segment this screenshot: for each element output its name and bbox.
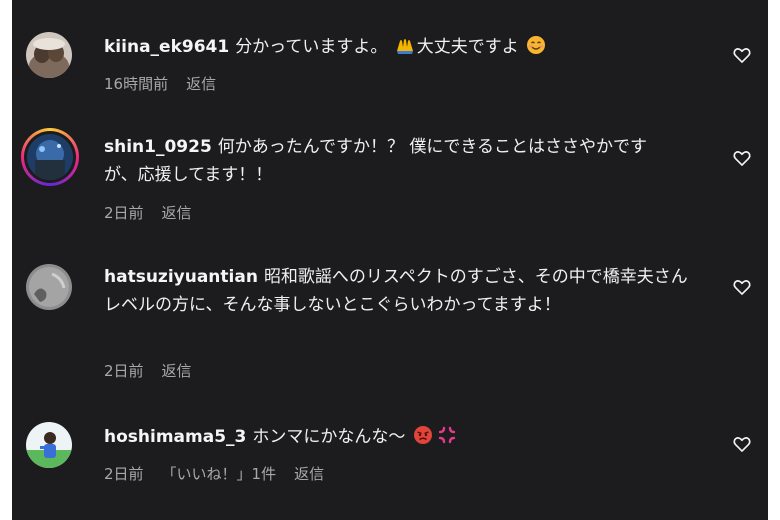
comment-text: ホンマにかなんな〜 — [252, 427, 406, 447]
comments-panel: kiina_ek9641 分かっていますよ。 大丈夫ですよ 16時間前 返信 s… — [12, 0, 768, 520]
reply-button[interactable]: 返信 — [186, 75, 216, 93]
reply-button[interactable]: 返信 — [162, 204, 192, 222]
avatar[interactable] — [26, 264, 72, 310]
comment-body: kiina_ek9641 分かっていますよ。 大丈夫ですよ — [104, 33, 704, 61]
comment-time: 2日前 — [104, 362, 144, 380]
comment-meta: 16時間前 返信 — [104, 73, 234, 94]
comment-username[interactable]: kiina_ek9641 — [104, 37, 229, 57]
avatar[interactable] — [26, 32, 72, 78]
reply-button[interactable]: 返信 — [162, 362, 192, 380]
comment-text: 分かっていますよ。 — [235, 37, 388, 57]
comment-meta: 2日前 返信 — [104, 202, 210, 223]
reply-button[interactable]: 返信 — [294, 465, 324, 483]
comment-text-after: 大丈夫ですよ — [416, 37, 519, 57]
avatar-story-ring[interactable] — [21, 128, 79, 186]
comment-body: hoshimama5_3 ホンマにかなんな〜 — [104, 423, 704, 451]
comment-username[interactable]: hatsuziyuantian — [104, 267, 258, 287]
comment-meta: 2日前 「いいね！」1件 返信 — [104, 463, 342, 484]
angry-face-emoji-icon — [413, 426, 432, 444]
smiling-face-emoji-icon — [527, 36, 546, 54]
heart-outline-icon[interactable] — [732, 434, 752, 454]
anger-symbol-emoji-icon — [438, 426, 455, 444]
comment-time: 16時間前 — [104, 75, 169, 93]
comment-time: 2日前 — [104, 204, 144, 222]
heart-outline-icon[interactable] — [732, 277, 752, 297]
raised-hands-emoji-icon — [396, 39, 413, 54]
likes-count[interactable]: 「いいね！」1件 — [162, 465, 277, 483]
comment-username[interactable]: hoshimama5_3 — [104, 427, 246, 447]
heart-outline-icon[interactable] — [732, 148, 752, 168]
heart-outline-icon[interactable] — [732, 45, 752, 65]
avatar[interactable] — [26, 422, 72, 468]
comment-username[interactable]: shin1_0925 — [104, 137, 212, 157]
comment-time: 2日前 — [104, 465, 144, 483]
comment-body: hatsuziyuantian 昭和歌謡へのリスペクトのすごさ、その中で橋幸夫さん… — [104, 263, 704, 319]
avatar — [27, 134, 73, 180]
comment-body: shin1_0925 何かあったんですか！？ 僕にできることはささやかですが、応援… — [104, 133, 664, 189]
comment-meta: 2日前 返信 — [104, 360, 210, 381]
